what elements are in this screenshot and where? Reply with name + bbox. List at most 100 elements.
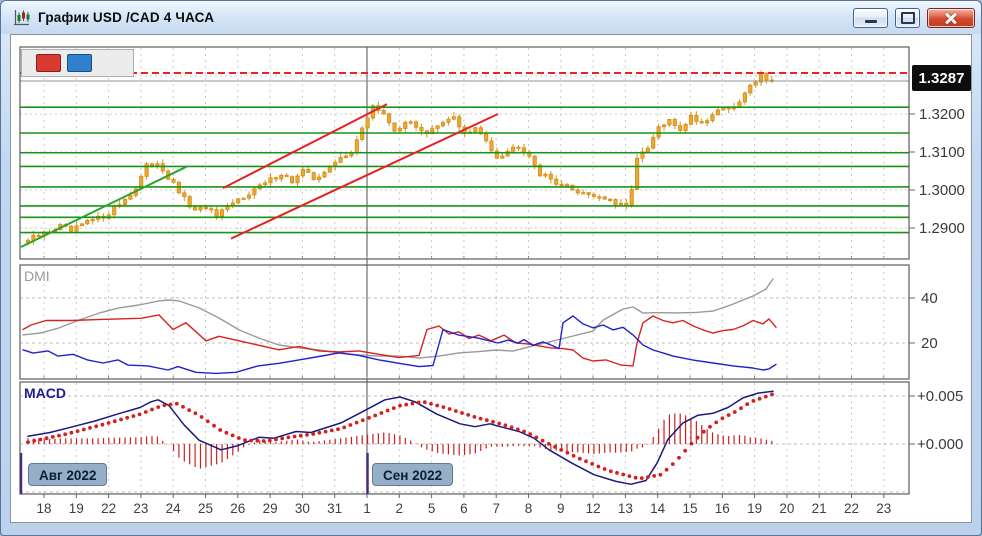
x-axis-label: 26: [230, 501, 245, 516]
macd-signal-dot: [32, 438, 37, 443]
candle-body: [397, 128, 402, 132]
macd-signal-dot: [112, 419, 117, 424]
candle-body: [597, 196, 602, 199]
macd-signal-dot: [379, 411, 384, 415]
x-axis-label: 6: [460, 501, 468, 516]
macd-signal-dot: [509, 425, 514, 430]
macd-signal-dot: [515, 427, 520, 432]
candle-body: [241, 197, 246, 200]
macd-signal-dot: [100, 422, 105, 427]
macd-signal-dot: [770, 392, 774, 397]
macd-signal-dot: [429, 402, 433, 406]
candle-body: [694, 114, 699, 122]
blue-marker-button[interactable]: [67, 54, 92, 72]
candle-body: [36, 234, 41, 238]
candle-body: [408, 121, 413, 124]
x-axis-label: 8: [525, 501, 533, 516]
macd-signal-dot: [404, 402, 409, 407]
macd-signal-dot: [261, 439, 266, 443]
macd-signal-dot: [615, 471, 619, 475]
macd-signal-dot: [670, 462, 675, 466]
macd-signal-dot: [695, 435, 700, 440]
macd-signal-dot: [646, 475, 650, 479]
candle-body: [672, 119, 677, 127]
macd-signal-dot: [181, 404, 185, 409]
candle-body: [715, 109, 720, 116]
macd-signal-dot: [44, 436, 49, 441]
macd-signal-dot: [453, 409, 458, 413]
macd-signal-dot: [373, 413, 378, 418]
candle-body: [559, 183, 564, 186]
candlesticks-layer[interactable]: [25, 70, 774, 246]
x-axis-label: 22: [844, 501, 859, 516]
macd-signal-dot: [720, 416, 725, 421]
candle-body: [440, 122, 446, 127]
candle-body: [122, 198, 128, 205]
candle-body: [591, 194, 596, 197]
macd-signal-dot: [391, 406, 396, 410]
macd-signal-dot: [81, 427, 86, 432]
x-axis-label: 20: [779, 501, 794, 516]
macd-signal-dot: [540, 438, 545, 443]
red-marker-button[interactable]: [36, 54, 61, 72]
candle-body: [651, 136, 656, 149]
candle-body: [457, 116, 462, 128]
macd-signal-dot: [305, 433, 309, 437]
macd-signal-dot: [460, 411, 464, 415]
candle-body: [516, 146, 521, 149]
candle-body: [306, 168, 311, 173]
macd-signal-dot: [354, 420, 359, 425]
macd-signal-dot: [236, 436, 241, 440]
macd-signal-dot: [602, 467, 607, 471]
macd-signal-dot: [50, 435, 55, 439]
candle-body: [414, 121, 419, 128]
macd-signal-dot: [441, 405, 446, 409]
candle-body: [575, 189, 580, 194]
candle-body: [236, 198, 241, 204]
candle-body: [327, 166, 332, 173]
macd-label: MACD: [24, 385, 66, 401]
x-axis-label: 30: [295, 501, 310, 516]
macd-signal-dot: [336, 427, 340, 432]
macd-signal-dot: [367, 416, 371, 420]
macd-signal-dot: [385, 408, 390, 413]
panel-border: [19, 264, 910, 380]
macd-signal-dot: [243, 438, 247, 443]
x-axis-label: 23: [133, 501, 148, 516]
candle-body: [354, 139, 359, 153]
macd-signal-dot: [559, 448, 564, 452]
candle-body: [748, 84, 753, 94]
candle-body: [419, 126, 424, 132]
x-axis-label: 29: [263, 501, 278, 516]
candle-body: [435, 125, 440, 129]
macd-signal-dot: [577, 456, 582, 461]
macd-signal-dot: [608, 469, 613, 474]
macd-signal-dot: [484, 418, 489, 423]
candle-body: [581, 192, 586, 195]
macd-signal-dot: [422, 400, 427, 405]
candle-body: [548, 173, 553, 180]
trendline: [222, 103, 388, 189]
candle-body: [602, 196, 607, 200]
candle-body: [521, 147, 526, 153]
candle-body: [311, 172, 316, 181]
x-axis-label: 22: [101, 501, 116, 516]
candle-body: [74, 225, 79, 232]
x-axis-label: 24: [166, 501, 182, 516]
macd-signal-dot: [193, 411, 198, 416]
candle-body: [230, 202, 235, 206]
macd-signal-dot: [757, 396, 762, 401]
candle-body: [392, 122, 397, 132]
price-axis-label: 1.3100: [919, 144, 965, 161]
macd-signal-dot: [621, 472, 626, 477]
candle-body: [446, 118, 451, 123]
macd-signal-dot: [596, 464, 601, 469]
candle-body: [586, 192, 591, 195]
macd-signal-dot: [255, 438, 260, 443]
candle-body: [753, 81, 758, 86]
macd-signal-dot: [286, 435, 291, 440]
macd-signal-dot: [26, 440, 30, 444]
macd-signal-dot: [677, 455, 681, 460]
candle-body: [667, 119, 672, 126]
candle-body: [532, 155, 537, 166]
